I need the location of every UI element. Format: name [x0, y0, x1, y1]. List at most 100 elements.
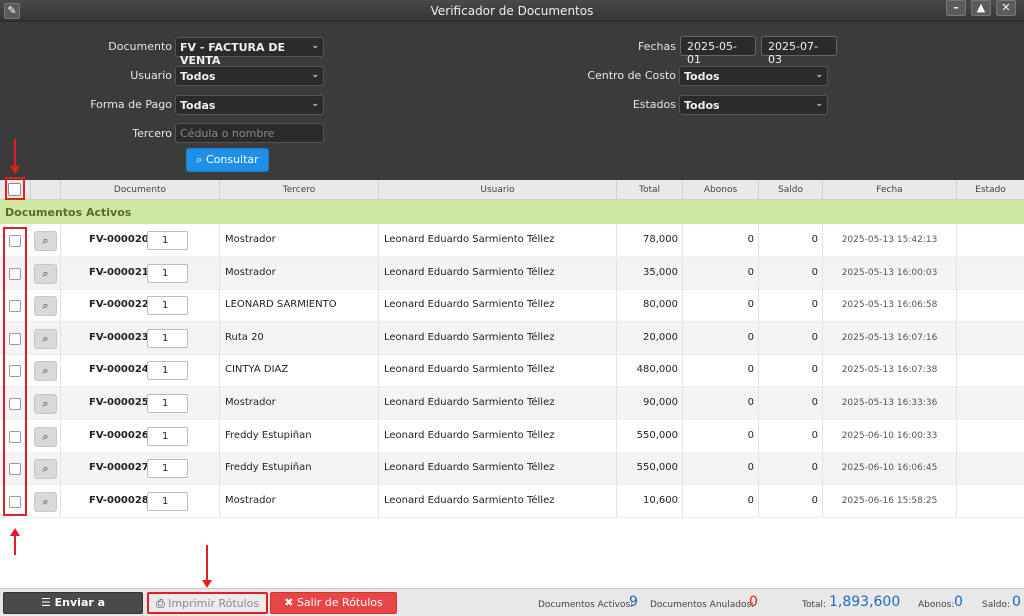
minimize-button[interactable]: – — [946, 0, 966, 16]
quantity-input[interactable]: 1 — [147, 459, 188, 478]
table-row[interactable]: ⌕ FV-000023 1 Ruta 20 Leonard Eduardo Sarmie… — [0, 322, 1024, 355]
view-document-button[interactable]: ⌕ — [34, 264, 57, 284]
column-header-fecha[interactable]: Fecha — [822, 180, 956, 200]
quantity-input[interactable]: 1 — [147, 264, 188, 283]
cell-total: 480,000 — [616, 354, 682, 386]
quantity-input[interactable]: 1 — [147, 492, 188, 511]
cell-saldo: 0 — [758, 354, 822, 386]
view-document-button[interactable]: ⌕ — [34, 459, 57, 479]
table-header: Documento Tercero Usuario Total Abonos S… — [0, 180, 1024, 200]
cell-documento: FV-000028 — [60, 485, 219, 517]
column-header-estado[interactable]: Estado — [956, 180, 1024, 200]
group-header-activos: Documentos Activos — [0, 200, 1024, 224]
view-document-button[interactable]: ⌕ — [34, 361, 57, 381]
column-header-view — [30, 180, 60, 200]
saldo-label: Saldo: — [982, 600, 1010, 610]
cell-estado — [956, 224, 1024, 256]
table-row[interactable]: ⌕ FV-000026 1 Freddy Estupiñan Leonard Eduar… — [0, 420, 1024, 453]
cell-total: 20,000 — [616, 322, 682, 354]
quantity-input[interactable]: 1 — [147, 427, 188, 446]
view-document-button[interactable]: ⌕ — [34, 329, 57, 349]
consultar-button[interactable]: ⌕ Consultar — [186, 148, 269, 172]
table-row[interactable]: ⌕ FV-000028 1 Mostrador Leonard Eduardo Sarm… — [0, 485, 1024, 518]
column-header-saldo[interactable]: Saldo — [758, 180, 822, 200]
close-button[interactable]: ✕ — [996, 0, 1016, 16]
salir-rotulos-button[interactable]: ✖ Salir de Rótulos — [270, 592, 397, 614]
centro-costo-select[interactable]: Todos ⌄ — [679, 66, 828, 86]
list-icon: ☰ — [40, 596, 51, 609]
maximize-button[interactable]: ▲ — [971, 0, 991, 16]
cell-estado — [956, 322, 1024, 354]
filter-panel: Documento FV - FACTURA DE VENTA ⌄ Usuari… — [0, 22, 1024, 180]
cell-fecha: 2025-06-16 15:58:25 — [822, 485, 956, 517]
estados-value: Todos — [684, 99, 720, 112]
column-header-documento[interactable]: Documento — [60, 180, 219, 200]
fecha-desde-input[interactable]: 2025-05-01 — [680, 36, 756, 66]
title-bar: ✎ Verificador de Documentos – ▲ ✕ — [0, 0, 1024, 22]
tercero-label: Tercero — [132, 127, 172, 140]
cell-abonos: 0 — [682, 420, 758, 452]
quantity-input[interactable]: 1 — [147, 231, 188, 250]
table-row[interactable]: ⌕ FV-000024 1 CINTYA DIAZ Leonard Eduardo Sa… — [0, 354, 1024, 387]
abonos-label: Abonos: — [918, 600, 955, 610]
cell-usuario: Leonard Eduardo Sarmiento Téllez — [378, 289, 616, 321]
cell-usuario: Leonard Eduardo Sarmiento Téllez — [378, 420, 616, 452]
cell-usuario: Leonard Eduardo Sarmiento Téllez — [378, 354, 616, 386]
cell-usuario: Leonard Eduardo Sarmiento Téllez — [378, 452, 616, 484]
usuario-select[interactable]: Todos ⌄ — [175, 66, 324, 86]
fechas-label: Fechas — [638, 40, 676, 53]
view-document-button[interactable]: ⌕ — [34, 427, 57, 447]
cell-saldo: 0 — [758, 257, 822, 289]
fecha-hasta-input[interactable]: 2025-07-03 — [761, 36, 837, 66]
column-header-tercero[interactable]: Tercero — [219, 180, 378, 200]
quantity-input[interactable]: 1 — [147, 329, 188, 348]
cell-total: 10,600 — [616, 485, 682, 517]
document-number: FV-000023 — [89, 332, 149, 343]
imprimir-rotulos-button[interactable]: ⎙ Imprimir Rótulos — [147, 592, 268, 614]
activos-label: Documentos Activos: — [538, 600, 634, 610]
search-icon: ⌕ — [42, 495, 49, 508]
view-document-button[interactable]: ⌕ — [34, 231, 57, 251]
view-document-button[interactable]: ⌕ — [34, 296, 57, 316]
table-row[interactable]: ⌕ FV-000021 1 Mostrador Leonard Eduardo Sarm… — [0, 257, 1024, 290]
cell-tercero: Mostrador — [219, 224, 378, 256]
forma-pago-label: Forma de Pago — [90, 98, 172, 111]
cell-saldo: 0 — [758, 289, 822, 321]
cell-tercero: Mostrador — [219, 257, 378, 289]
activos-value: 9 — [629, 594, 638, 610]
chevron-down-icon: ⌄ — [311, 41, 319, 51]
cell-documento: FV-000021 — [60, 257, 219, 289]
view-document-button[interactable]: ⌕ — [34, 492, 57, 512]
quantity-input[interactable]: 1 — [147, 394, 188, 413]
column-header-abonos[interactable]: Abonos — [682, 180, 758, 200]
centro-costo-label: Centro de Costo — [587, 69, 676, 82]
table-row[interactable]: ⌕ FV-000027 1 Freddy Estupiñan Leonard Eduar… — [0, 452, 1024, 485]
forma-pago-select[interactable]: Todas ⌄ — [175, 95, 324, 115]
cell-estado — [956, 452, 1024, 484]
column-header-usuario[interactable]: Usuario — [378, 180, 616, 200]
quantity-input[interactable]: 1 — [147, 296, 188, 315]
quantity-input[interactable]: 1 — [147, 361, 188, 380]
view-document-button[interactable]: ⌕ — [34, 394, 57, 414]
cell-fecha: 2025-05-13 16:07:16 — [822, 322, 956, 354]
table-row[interactable]: ⌕ FV-000025 1 Mostrador Leonard Eduardo Sarm… — [0, 387, 1024, 420]
enviar-facturacion-button[interactable]: ☰ Enviar a Facturación — [3, 592, 143, 614]
documento-select[interactable]: FV - FACTURA DE VENTA ⌄ — [175, 37, 324, 67]
table-row[interactable]: ⌕ FV-000022 1 LEONARD SARMIENTO Leonard Edua… — [0, 289, 1024, 322]
search-icon: ⌕ — [42, 397, 49, 410]
cell-abonos: 0 — [682, 452, 758, 484]
cell-usuario: Leonard Eduardo Sarmiento Téllez — [378, 485, 616, 517]
cell-documento: FV-000023 — [60, 322, 219, 354]
table-row[interactable]: ⌕ FV-000020 1 Mostrador Leonard Eduardo Sarm… — [0, 224, 1024, 257]
cell-usuario: Leonard Eduardo Sarmiento Téllez — [378, 224, 616, 256]
column-header-total[interactable]: Total — [616, 180, 682, 200]
search-icon: ⌕ — [42, 430, 49, 443]
tercero-input[interactable]: Cédula o nombre — [175, 123, 324, 143]
estados-select[interactable]: Todos ⌄ — [679, 95, 828, 115]
cell-documento: FV-000025 — [60, 387, 219, 419]
cell-fecha: 2025-05-13 16:06:58 — [822, 289, 956, 321]
cell-total: 550,000 — [616, 420, 682, 452]
search-icon: ⌕ — [42, 332, 49, 345]
saldo-value: 0 — [1012, 594, 1021, 610]
cell-fecha: 2025-05-13 16:33:36 — [822, 387, 956, 419]
